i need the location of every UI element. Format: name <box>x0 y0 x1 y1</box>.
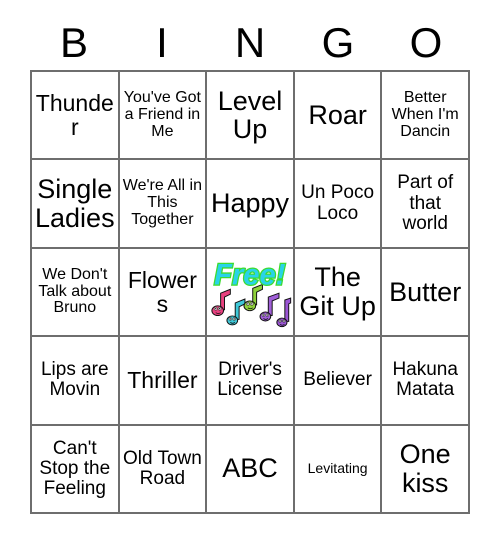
bingo-cell-label: Thriller <box>127 367 198 394</box>
bingo-cell-label: Part of that world <box>397 172 454 234</box>
bingo-cell-b2[interactable]: Single Ladies <box>32 160 120 249</box>
bingo-cell-label: Hakuna Matata <box>392 359 458 401</box>
bingo-cell-b1[interactable]: Thunder <box>32 72 120 161</box>
bingo-cell-n5[interactable]: ABC <box>207 425 295 514</box>
bingo-cell-n2[interactable]: Happy <box>207 160 295 249</box>
bingo-cell-label: We Don't Talk about Bruno <box>38 265 112 317</box>
header-letter-g: G <box>321 19 355 66</box>
bingo-cell-o5[interactable]: One kiss <box>382 425 470 514</box>
bingo-cell-n4[interactable]: Driver's License <box>207 337 295 426</box>
bingo-cell-g5[interactable]: Levitating <box>294 425 383 514</box>
bingo-cell-label: Driver's License <box>217 359 283 401</box>
bingo-cell-label: Can't Stop the Feeling <box>39 437 111 499</box>
bingo-cell-label: Un Poco Loco <box>301 182 375 224</box>
bingo-cell-g1[interactable]: Roar <box>294 72 383 161</box>
bingo-cell-label: Better When I'm Dancin <box>391 88 459 140</box>
bingo-cell-i5[interactable]: Old Town Road <box>119 425 208 514</box>
music-note-cyan <box>226 298 246 326</box>
bingo-cell-label: The Git Up <box>299 262 376 321</box>
bingo-cell-o4[interactable]: Hakuna Matata <box>382 337 470 426</box>
bingo-cell-i4[interactable]: Thriller <box>119 337 208 426</box>
bingo-cell-label: Thunder <box>35 89 114 141</box>
bingo-cell-o1[interactable]: Better When I'm Dancin <box>382 72 470 161</box>
bingo-cell-label: Level Up <box>217 85 283 145</box>
bingo-cell-label: ABC <box>222 453 278 484</box>
bingo-cell-label: Believer <box>303 369 372 391</box>
bingo-cell-label: Butter <box>389 276 462 307</box>
bingo-cell-label: Flowers <box>127 266 197 317</box>
bingo-cell-free-space[interactable]: Free! <box>207 248 295 338</box>
bingo-cell-o3[interactable]: Butter <box>382 248 470 338</box>
bingo-cell-o2[interactable]: Part of that world <box>382 160 470 249</box>
bingo-header: B I N G O <box>30 16 470 70</box>
bingo-cell-b5[interactable]: Can't Stop the Feeling <box>32 425 120 514</box>
bingo-grid: Thunder You've Got a Friend in Me Level … <box>30 70 470 514</box>
bingo-cell-i1[interactable]: You've Got a Friend in Me <box>119 72 208 161</box>
bingo-cell-label: Roar <box>308 99 367 130</box>
bingo-cell-label: Lips are Movin <box>40 359 109 401</box>
bingo-cell-label: Old Town Road <box>122 447 202 489</box>
free-space-label: Free! <box>214 259 286 291</box>
bingo-cell-i2[interactable]: We're All in This Together <box>119 160 208 249</box>
header-letter-o: O <box>409 19 443 66</box>
music-note-pink <box>211 288 232 316</box>
bingo-cell-label: Levitating <box>307 460 368 477</box>
header-letter-n: N <box>234 19 266 66</box>
bingo-cell-label: Happy <box>210 188 290 219</box>
header-letter-i: I <box>156 19 168 66</box>
free-space-art: Free! <box>207 249 293 335</box>
bingo-cell-b4[interactable]: Lips are Movin <box>32 337 120 426</box>
bingo-cell-label: One kiss <box>399 439 451 498</box>
header-letter-b: B <box>59 19 88 66</box>
bingo-cell-label: You've Got a Friend in Me <box>123 88 201 140</box>
bingo-cell-g2[interactable]: Un Poco Loco <box>294 160 383 249</box>
bingo-cell-b3[interactable]: We Don't Talk about Bruno <box>32 248 120 338</box>
bingo-cell-label: Single Ladies <box>35 173 115 233</box>
bingo-cell-g4[interactable]: Believer <box>294 337 383 426</box>
bingo-card: B I N G O Thunder You've Got a Friend in… <box>0 0 500 544</box>
music-note-purple-1 <box>259 292 280 322</box>
bingo-cell-n1[interactable]: Level Up <box>207 72 295 161</box>
bingo-cell-g3[interactable]: The Git Up <box>294 248 383 338</box>
music-note-purple-2 <box>276 297 292 327</box>
bingo-cell-label: We're All in This Together <box>122 177 202 229</box>
bingo-cell-i3[interactable]: Flowers <box>119 248 208 338</box>
